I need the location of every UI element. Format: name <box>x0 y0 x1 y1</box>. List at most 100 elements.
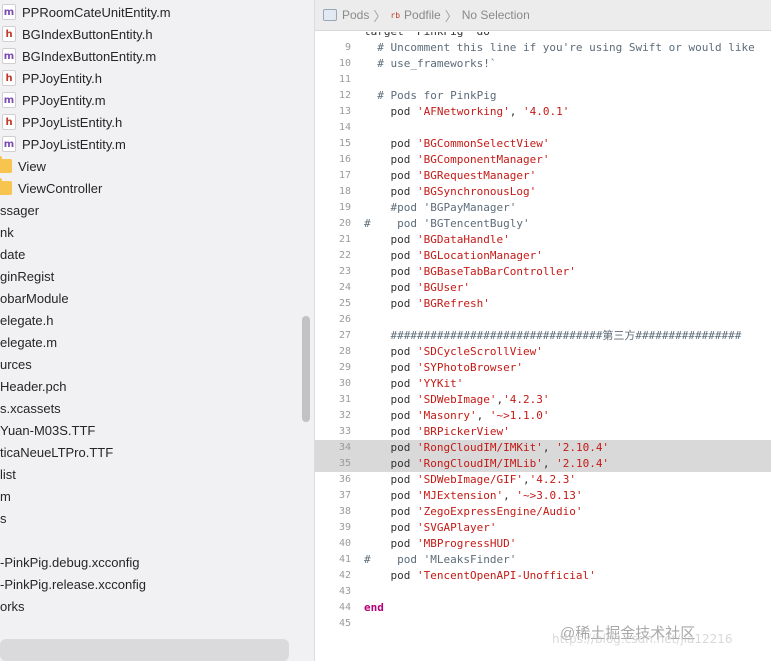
navigator-item[interactable]: ginRegist <box>0 265 54 287</box>
code-text: pod 'BGDataHandle' <box>364 232 509 248</box>
navigator-item[interactable]: h PPJoyEntity.h <box>2 67 102 89</box>
code-token: pod <box>364 297 417 310</box>
code-line[interactable]: 28 pod 'SDCycleScrollView' <box>315 344 771 360</box>
navigator-vertical-scrollbar[interactable] <box>302 316 310 422</box>
line-number: 42 <box>338 570 351 581</box>
code-token: , <box>542 441 557 454</box>
code-line[interactable]: 36 pod 'SDWebImage/GIF','4.2.3' <box>315 472 771 488</box>
navigator-item[interactable]: m <box>0 485 11 507</box>
jump-bar-pods[interactable]: Pods <box>342 8 369 22</box>
navigator-item[interactable]: -PinkPig.release.xcconfig <box>0 573 146 595</box>
code-text: pod 'AFNetworking', '4.0.1' <box>364 104 569 120</box>
code-line[interactable]: 30 pod 'YYKit' <box>315 376 771 392</box>
code-line[interactable]: 17 pod 'BGRequestManager' <box>315 168 771 184</box>
code-text: pod 'SVGAPlayer' <box>364 520 496 536</box>
navigator-item-label: elegate.m <box>0 334 58 350</box>
code-token: , <box>509 105 523 118</box>
navigator-item[interactable]: h BGIndexButtonEntity.h <box>2 23 153 45</box>
navigator-item[interactable]: ViewController <box>0 177 102 199</box>
code-comment: ################################第三方#####… <box>364 329 742 342</box>
navigator-item[interactable]: s.xcassets <box>0 397 61 419</box>
code-line[interactable]: 40 pod 'MBProgressHUD' <box>315 536 771 552</box>
code-line[interactable]: 33 pod 'BRPickerView' <box>315 424 771 440</box>
code-line[interactable]: 26 <box>315 312 771 328</box>
code-line[interactable]: 25 pod 'BGRefresh' <box>315 296 771 312</box>
navigator-item[interactable]: ssager <box>0 199 39 221</box>
code-token: pod <box>364 153 417 166</box>
code-line[interactable]: 37 pod 'MJExtension', '~>3.0.13' <box>315 488 771 504</box>
code-token: pod <box>364 521 417 534</box>
code-line[interactable]: 32 pod 'Masonry', '~>1.1.0' <box>315 408 771 424</box>
navigator-item[interactable]: urces <box>0 353 32 375</box>
navigator-item[interactable]: m PPRoomCateUnitEntity.m <box>2 1 171 23</box>
code-line[interactable]: 34 pod 'RongCloudIM/IMKit', '2.10.4' <box>315 440 771 456</box>
code-string: '2.10.4' <box>556 441 610 454</box>
code-line[interactable]: 21 pod 'BGDataHandle' <box>315 232 771 248</box>
code-token: pod <box>364 537 417 550</box>
navigator-item[interactable]: Yuan-M03S.TTF <box>0 419 95 441</box>
line-number: 13 <box>338 106 351 117</box>
navigator-item[interactable]: ticaNeueLTPro.TTF <box>0 441 113 463</box>
code-line[interactable]: 14 <box>315 120 771 136</box>
code-area[interactable]: target 'PinkPig' do 9 # Uncomment this l… <box>315 32 771 661</box>
code-line[interactable]: 18 pod 'BGSynchronousLog' <box>315 184 771 200</box>
line-number: 35 <box>338 458 351 469</box>
code-line[interactable]: 42 pod 'TencentOpenAPI-Unofficial' <box>315 568 771 584</box>
line-number: 14 <box>338 122 351 133</box>
code-line[interactable]: 45 <box>315 616 771 632</box>
navigator-item[interactable]: -PinkPig.debug.xcconfig <box>0 551 139 573</box>
code-line[interactable]: 12 # Pods for PinkPig <box>315 88 771 104</box>
navigator-item[interactable]: nk <box>0 221 14 243</box>
code-line[interactable]: 41 # pod 'MLeaksFinder' <box>315 552 771 568</box>
navigator-item[interactable]: s <box>0 507 7 529</box>
navigator-item[interactable]: m PPJoyListEntity.m <box>2 133 126 155</box>
project-navigator: m PPRoomCateUnitEntity.m h BGIndexButtonEnt… <box>0 0 315 661</box>
navigator-item[interactable]: elegate.h <box>0 309 54 331</box>
code-line[interactable]: 22 pod 'BGLocationManager' <box>315 248 771 264</box>
code-line[interactable]: 24 pod 'BGUser' <box>315 280 771 296</box>
jump-bar-selection[interactable]: No Selection <box>462 8 530 22</box>
code-line[interactable]: 27 ################################第三方##… <box>315 328 771 344</box>
navigator-item[interactable]: h PPJoyListEntity.h <box>2 111 122 133</box>
code-line[interactable]: 31 pod 'SDWebImage','4.2.3' <box>315 392 771 408</box>
code-string: '4.2.3' <box>529 473 576 486</box>
navigator-item-label: PPJoyListEntity.m <box>22 136 126 152</box>
code-line[interactable]: 29 pod 'SYPhotoBrowser' <box>315 360 771 376</box>
navigator-horizontal-scrollbar[interactable] <box>0 639 289 661</box>
code-line[interactable]: 20 # pod 'BGTencentBugly' <box>315 216 771 232</box>
navigator-item[interactable]: obarModule <box>0 287 69 309</box>
code-line[interactable]: 23 pod 'BGBaseTabBarController' <box>315 264 771 280</box>
code-line[interactable]: 15 pod 'BGCommonSelectView' <box>315 136 771 152</box>
code-editor[interactable]: Pods 〉 rb Podfile 〉 No Selection target … <box>315 0 771 661</box>
jump-bar-file[interactable]: Podfile <box>404 8 441 22</box>
navigator-item-label: ticaNeueLTPro.TTF <box>0 444 114 460</box>
code-line[interactable]: 13 pod 'AFNetworking', '4.0.1' <box>315 104 771 120</box>
navigator-item[interactable]: date <box>0 243 25 265</box>
code-token: pod <box>364 137 417 150</box>
code-line[interactable]: 43 <box>315 584 771 600</box>
code-string: 'BGSynchronousLog' <box>416 185 537 198</box>
navigator-item[interactable]: list <box>0 463 16 485</box>
code-line[interactable]: 38 pod 'ZegoExpressEngine/Audio' <box>315 504 771 520</box>
navigator-item[interactable]: Header.pch <box>0 375 67 397</box>
code-line[interactable]: 44 end <box>315 600 771 616</box>
navigator-item[interactable]: View <box>0 155 46 177</box>
code-string: 'BGRequestManager' <box>416 169 537 182</box>
navigator-item[interactable]: m BGIndexButtonEntity.m <box>2 45 156 67</box>
code-token: pod <box>364 185 417 198</box>
code-line[interactable]: 35 pod 'RongCloudIM/IMLib', '2.10.4' <box>315 456 771 472</box>
code-token: pod <box>364 345 417 358</box>
navigator-item[interactable]: m PPJoyEntity.m <box>2 89 106 111</box>
code-line[interactable]: 19 #pod 'BGPayManager' <box>315 200 771 216</box>
jump-bar-separator: 〉 <box>373 8 387 24</box>
ruby-file-icon: rb <box>390 10 401 20</box>
code-line[interactable]: 39 pod 'SVGAPlayer' <box>315 520 771 536</box>
line-number: 39 <box>338 522 351 533</box>
code-string: 'BGComponentManager' <box>416 153 550 166</box>
code-line[interactable]: 16 pod 'BGComponentManager' <box>315 152 771 168</box>
navigator-item[interactable]: elegate.m <box>0 331 57 353</box>
code-line[interactable]: 11 <box>315 72 771 88</box>
code-line[interactable]: 9 # Uncomment this line if you're using … <box>315 40 771 56</box>
code-line[interactable]: 10 # use_frameworks!` <box>315 56 771 72</box>
navigator-item[interactable]: orks <box>0 595 25 617</box>
